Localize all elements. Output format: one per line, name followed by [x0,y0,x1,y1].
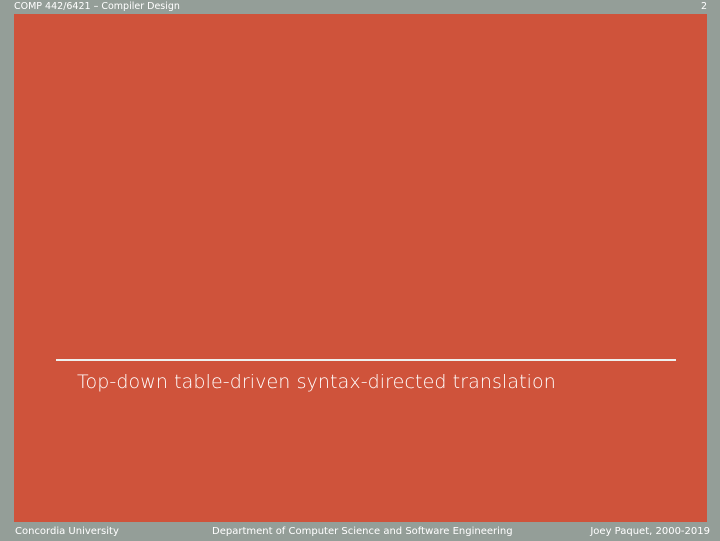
header-bar: COMP 442/6421 – Compiler Design 2 [0,0,720,14]
footer-university: Concordia University [15,526,119,537]
slide-title: Top-down table-driven syntax-directed tr… [77,371,556,393]
course-title: COMP 442/6421 – Compiler Design [14,1,180,12]
title-divider [56,359,676,361]
footer-bar: Concordia University Department of Compu… [0,522,720,540]
slide-panel: Top-down table-driven syntax-directed tr… [14,14,707,522]
footer-author: Joey Paquet, 2000-2019 [590,526,710,537]
page-number: 2 [700,1,707,12]
footer-department: Department of Computer Science and Softw… [212,526,513,537]
